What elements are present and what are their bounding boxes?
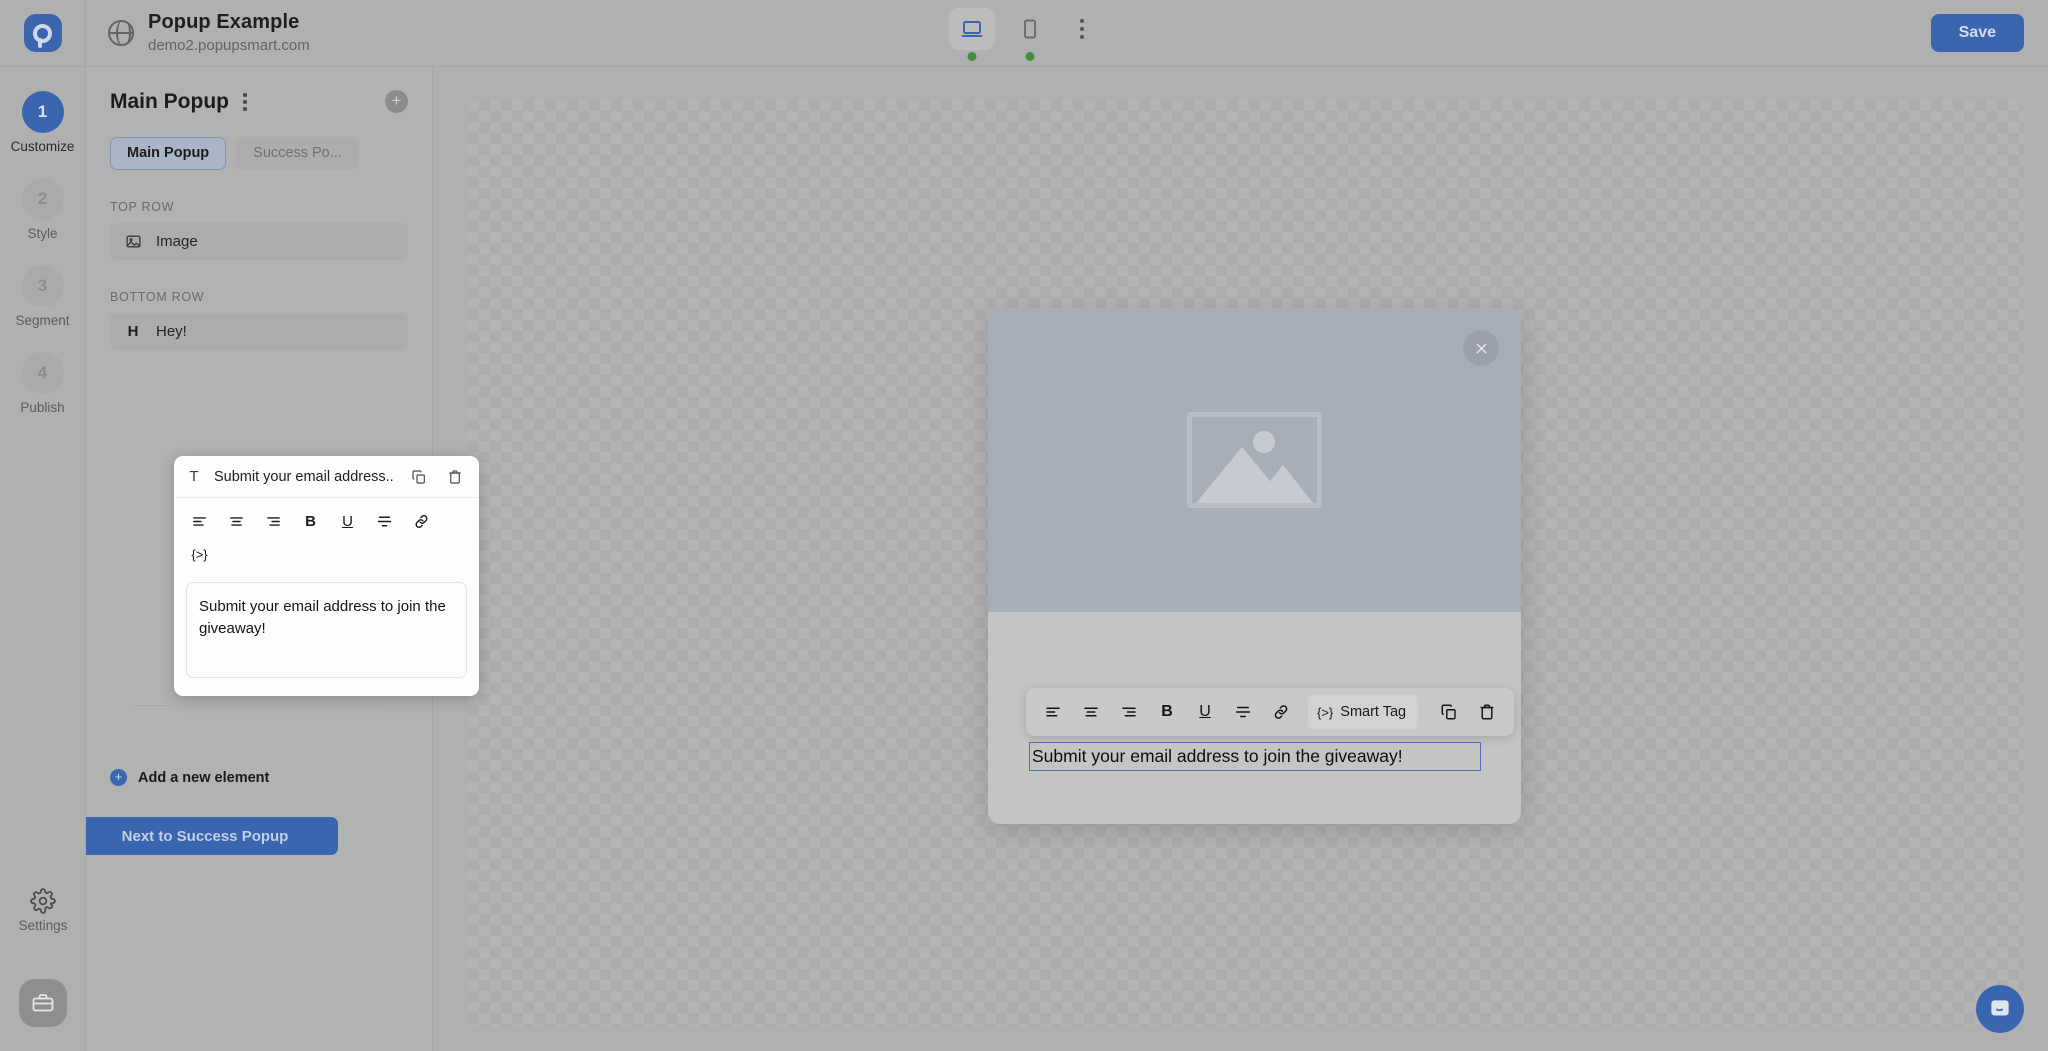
step-label: Publish (20, 400, 65, 415)
tab-label: Success Po... (253, 145, 342, 162)
step-number: 4 (21, 352, 64, 394)
desktop-status-dot (967, 52, 977, 61)
sidebar-item-publish[interactable]: 4 Publish (0, 352, 85, 415)
section-label-top-row: TOP ROW (110, 199, 175, 214)
mobile-preview-button[interactable] (1007, 8, 1053, 61)
site-info[interactable]: Popup Example demo2.popupsmart.com (107, 10, 310, 56)
trash-icon[interactable] (443, 465, 467, 489)
save-button[interactable]: Save (1930, 14, 2024, 52)
bold-icon[interactable]: B (1150, 695, 1184, 729)
copy-icon[interactable] (407, 465, 431, 489)
link-icon[interactable] (1264, 695, 1298, 729)
trash-icon[interactable] (1470, 695, 1504, 729)
sidebar-item-settings[interactable]: Settings (0, 888, 86, 933)
page-title: Popup Example (148, 11, 300, 34)
add-new-element-label: Add a new element (138, 769, 270, 786)
plus-circle-icon: + (110, 769, 127, 786)
panel-title: Main Popup (110, 89, 229, 113)
next-to-success-popup-button[interactable]: Next to Success Popup (72, 817, 338, 855)
underline-icon[interactable]: U (332, 508, 363, 535)
popup-tabs: Main Popup Success Po... (86, 115, 432, 170)
element-row-image[interactable]: Image (110, 222, 408, 260)
sidebar-item-segment[interactable]: 3 Segment (0, 265, 85, 328)
site-url: demo2.popupsmart.com (148, 37, 310, 55)
mobile-status-dot (1025, 52, 1035, 61)
desktop-preview-button[interactable] (949, 8, 995, 61)
heading-icon: H (127, 322, 139, 340)
selected-text-element[interactable]: Submit your email address to join the gi… (1029, 742, 1481, 771)
app-root: Popup Example demo2.popupsmart.com Save (0, 0, 2048, 1051)
customize-panel: Main Popup + Main Popup Success Po... TO… (72, 67, 479, 1051)
floating-text-toolbar: B U {>} Smart Tag (1026, 688, 1515, 736)
align-left-icon[interactable] (184, 508, 215, 535)
chat-bubble-icon (1991, 1000, 2009, 1016)
panel-header: Main Popup + (86, 67, 432, 115)
tab-main-popup[interactable]: Main Popup (110, 136, 227, 170)
copy-icon[interactable] (1432, 695, 1466, 729)
element-row-heading[interactable]: H Hey! (110, 312, 408, 350)
step-number: 2 (21, 178, 64, 220)
align-center-icon[interactable] (1074, 695, 1108, 729)
chat-widget-button[interactable] (1976, 985, 2024, 1033)
element-text-input[interactable]: Submit your email address to join the gi… (186, 582, 467, 678)
smart-tag-label: Smart Tag (1340, 704, 1407, 720)
smart-tag-code-icon[interactable]: {>} (184, 541, 215, 568)
popupsmart-logo-icon (23, 14, 62, 52)
text-icon: T (189, 468, 199, 485)
step-number: 1 (21, 91, 64, 133)
element-row-label: Hey! (156, 322, 187, 340)
gear-icon (30, 888, 56, 914)
tab-success-popup[interactable]: Success Po... (236, 136, 359, 170)
popup-image-area[interactable] (988, 308, 1521, 612)
add-new-element-button[interactable]: + Add a new element (86, 743, 293, 786)
settings-label: Settings (18, 918, 68, 933)
desktop-icon (961, 21, 983, 37)
align-center-icon[interactable] (221, 508, 252, 535)
briefcase-button[interactable] (19, 979, 67, 1027)
align-right-icon[interactable] (1112, 695, 1146, 729)
underline-icon[interactable]: U (1188, 695, 1222, 729)
globe-icon (107, 19, 135, 47)
element-editor-name: Submit your email address... (214, 468, 395, 485)
panel-kebab-menu-icon[interactable] (239, 89, 251, 115)
smart-tag-button[interactable]: {>} Smart Tag (1308, 695, 1419, 729)
briefcase-icon (32, 994, 54, 1012)
element-editor-card: T Submit your email address... B U {>} S… (174, 456, 479, 696)
app-logo[interactable] (0, 0, 86, 67)
close-icon[interactable] (1463, 330, 1499, 366)
element-format-toolbar: B U {>} (174, 498, 479, 572)
sidebar-item-style[interactable]: 2 Style (0, 178, 85, 241)
strikethrough-icon[interactable] (1226, 695, 1260, 729)
panel-divider (134, 705, 384, 706)
section-label-bottom-row: BOTTOM ROW (110, 289, 205, 304)
align-right-icon[interactable] (258, 508, 289, 535)
element-editor-header: T Submit your email address... (174, 456, 479, 498)
mobile-icon (1024, 19, 1036, 39)
link-icon[interactable] (406, 508, 437, 535)
step-label: Segment (15, 313, 70, 328)
plus-circle-icon[interactable]: + (385, 90, 408, 114)
image-placeholder-icon (1187, 412, 1322, 508)
top-bar: Popup Example demo2.popupsmart.com Save (0, 0, 2048, 67)
kebab-menu-icon[interactable] (1065, 8, 1099, 50)
tab-label: Main Popup (127, 145, 210, 162)
step-label: Style (27, 226, 58, 241)
device-preview-toggle (949, 8, 1099, 61)
sidebar-item-customize[interactable]: 1 Customize (0, 91, 85, 154)
bold-icon[interactable]: B (295, 508, 326, 535)
step-number: 3 (21, 265, 64, 307)
image-icon (124, 233, 142, 250)
smart-tag-code-icon: {>} (1317, 704, 1334, 720)
step-label: Customize (10, 139, 75, 154)
element-row-label: Image (156, 232, 198, 250)
strikethrough-icon[interactable] (369, 508, 400, 535)
align-left-icon[interactable] (1036, 695, 1070, 729)
step-rail: 1 Customize 2 Style 3 Segment 4 Publish … (0, 67, 86, 1051)
rail-bottom: Settings (0, 888, 86, 1027)
